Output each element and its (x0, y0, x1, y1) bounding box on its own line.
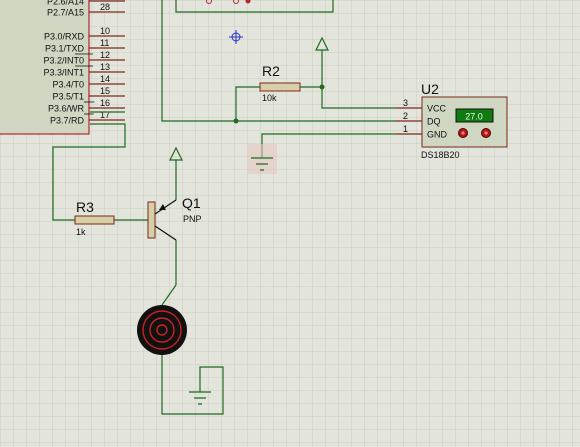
u2-ref-label: U2 (421, 81, 439, 97)
u2-pin-number: 1 (403, 124, 408, 134)
mcu-pin-number: 13 (100, 62, 110, 72)
ground-terminal-u2[interactable] (247, 144, 277, 174)
mcu-pin-label: P2.6/A14 (47, 0, 84, 7)
mcu-pin-number: 11 (100, 38, 109, 48)
mcu-pin-number: 16 (100, 98, 110, 108)
mcu-pin-label: P3.6/WR (48, 104, 85, 114)
r2-value-label: 10k (262, 93, 277, 103)
u2-pin-label: GND (427, 130, 448, 140)
r3-ref-label: R3 (76, 199, 94, 215)
u2-pin-number: 3 (403, 98, 408, 108)
schematic-canvas[interactable]: P2.6/A14P2.7/A15 28 P3.0/RXD 10 P3.1/TXD 11 P3… (0, 0, 580, 447)
u2-part-label: DS18B20 (421, 150, 460, 160)
mcu-pin-label: P3.7/RD (50, 116, 85, 126)
mcu-pin-label: P2.7/A15 (47, 8, 84, 18)
mcu-pin-label: P3.0/RXD (44, 32, 85, 42)
mcu-pin-label: P3.1/TXD (45, 44, 85, 54)
r3-value-label: 1k (76, 227, 86, 237)
u2-pin-number: 2 (403, 111, 408, 121)
q1-type-label: PNP (183, 214, 202, 224)
junction-dot (233, 118, 239, 124)
mcu-pin-number: 12 (100, 50, 110, 60)
mcu-pin-number: 15 (100, 86, 110, 96)
u2-pin-label: VCC (427, 104, 447, 114)
u2-pin-label: DQ (427, 117, 441, 127)
junction-dot (319, 84, 325, 90)
mcu-pin-label: P3.4/T0 (52, 80, 84, 90)
mcu-pin-label: P3.2/INT0 (43, 56, 84, 66)
mcu-pin-label: P3.5/T1 (52, 92, 84, 102)
mcu-pin-number: 10 (100, 26, 110, 36)
q1-ref-label: Q1 (182, 195, 201, 211)
u2-display-value: 27.0 (465, 112, 483, 122)
mcu-pin-number: 28 (100, 2, 110, 12)
r2-ref-label: R2 (262, 63, 280, 79)
mcu-pin-label: P3.3/INT1 (43, 68, 84, 78)
mcu-pin-number: 14 (100, 74, 110, 84)
